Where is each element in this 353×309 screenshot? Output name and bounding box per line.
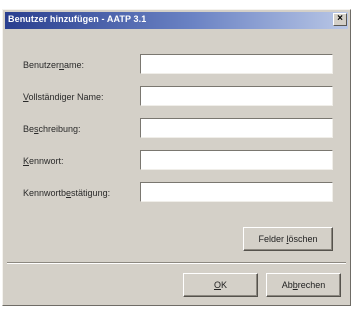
full-name-field[interactable] [140,86,333,106]
close-icon: × [337,13,343,24]
button-separator [7,262,346,264]
title-bar[interactable]: Benutzer hinzufügen - AATP 3.1 × [5,12,348,29]
close-button[interactable]: × [333,13,347,26]
password-field[interactable] [140,150,333,170]
description-label: Beschreibung: [23,124,81,134]
add-user-dialog: Benutzer hinzufügen - AATP 3.1 × Benutze… [2,9,351,306]
full-name-label: Vollständiger Name: [23,92,104,102]
clear-fields-button[interactable]: Felder löschen [243,227,333,251]
password-confirm-label: Kennwortbestätigung: [23,188,111,198]
description-field[interactable] [140,118,333,138]
ok-button[interactable]: OK [183,273,258,297]
window-title: Benutzer hinzufügen - AATP 3.1 [8,14,147,24]
password-confirm-field[interactable] [140,182,333,202]
username-label: Benutzername: [23,60,85,70]
cancel-button[interactable]: Abbrechen [266,273,341,297]
username-field[interactable] [140,54,333,74]
clear-fields-label-pre: Felder [258,234,287,244]
clear-fields-label-post: öschen [288,234,318,244]
password-label: Kennwort: [23,156,64,166]
